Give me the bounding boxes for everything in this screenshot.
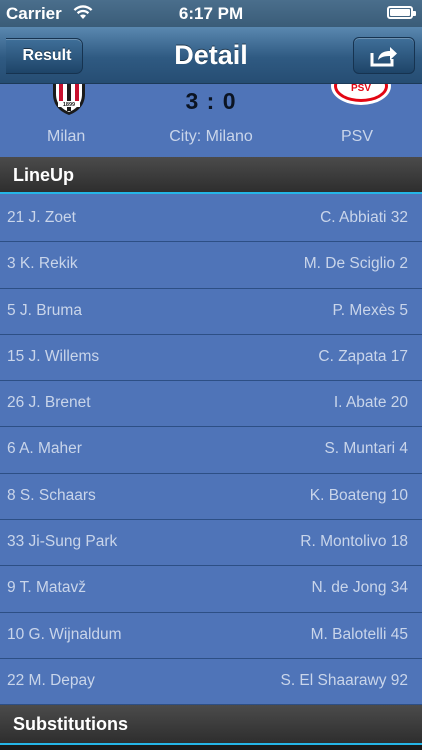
home-player: 10 G. Wijnaldum [7,625,122,643]
lineup-row[interactable]: 5 J. Bruma P. Mexès 5 [0,289,422,335]
lineup-row[interactable]: 3 K. Rekik M. De Sciglio 2 [0,242,422,289]
away-player: N. de Jong 34 [311,579,408,597]
match-score-header: 1899 3 : 0 PSV Milan City: Milano PSV [0,84,422,157]
away-player: C. Zapata 17 [318,347,408,365]
home-player: 9 T. Matavž [7,579,86,597]
lineup-row[interactable]: 26 J. Brenet I. Abate 20 [0,381,422,428]
home-player: 6 A. Maher [7,440,82,458]
away-player: M. De Sciglio 2 [303,255,408,273]
home-player: 8 S. Schaars [7,486,96,504]
home-player: 22 M. Depay [7,671,95,689]
share-icon [370,46,397,66]
substitutions-section-header: Substitutions [0,705,422,745]
away-player: K. Boateng 10 [309,486,408,504]
home-player: 5 J. Bruma [7,301,82,319]
status-bar: Carrier 6:17 PM [0,0,422,27]
lineup-row[interactable]: 9 T. Matavž N. de Jong 34 [0,566,422,613]
away-player: I. Abate 20 [333,394,408,412]
share-button[interactable] [353,37,415,74]
status-time: 6:17 PM [178,4,244,23]
home-player: 15 J. Willems [7,347,100,365]
lineup-list: 21 J. Zoet C. Abbiati 32 3 K. Rekik M. D… [0,196,422,706]
away-player: P. Mexès 5 [332,301,408,319]
lineup-section-header: LineUp [0,157,422,194]
away-player: M. Balotelli 45 [310,625,408,643]
lineup-row[interactable]: 15 J. Willems C. Zapata 17 [0,335,422,382]
detail-screen: Carrier 6:17 PM Result Detail 1899 3: 0… [0,0,422,750]
lineup-row[interactable]: 21 J. Zoet C. Abbiati 32 [0,196,422,243]
lineup-row[interactable]: 33 Ji-Sung Park R. Montolivo 18 [0,520,422,567]
home-player: 26 J. Brenet [7,394,91,412]
away-player: R. Montolivo 18 [300,533,408,551]
battery-icon [387,6,416,19]
psv-logo-text: PSV [351,84,371,94]
lineup-row[interactable]: 22 M. Depay S. El Shaarawy 92 [0,659,422,706]
bottom-divider [0,745,422,750]
navigation-bar: Result Detail [0,27,422,84]
lineup-row[interactable]: 8 S. Schaars K. Boateng 10 [0,474,422,521]
away-player: S. Muntari 4 [324,440,408,458]
away-player: C. Abbiati 32 [320,209,408,226]
home-player: 21 J. Zoet [7,209,76,226]
home-player: 3 K. Rekik [7,255,78,273]
away-team-name: PSV [341,128,374,145]
home-player: 33 Ji-Sung Park [7,533,118,551]
lineup-row[interactable]: 6 A. Maher S. Muntari 4 [0,427,422,474]
lineup-row[interactable]: 10 G. Wijnaldum M. Balotelli 45 [0,613,422,659]
psv-logo: PSV [331,84,391,105]
away-player: S. El Shaarawy 92 [280,671,408,689]
